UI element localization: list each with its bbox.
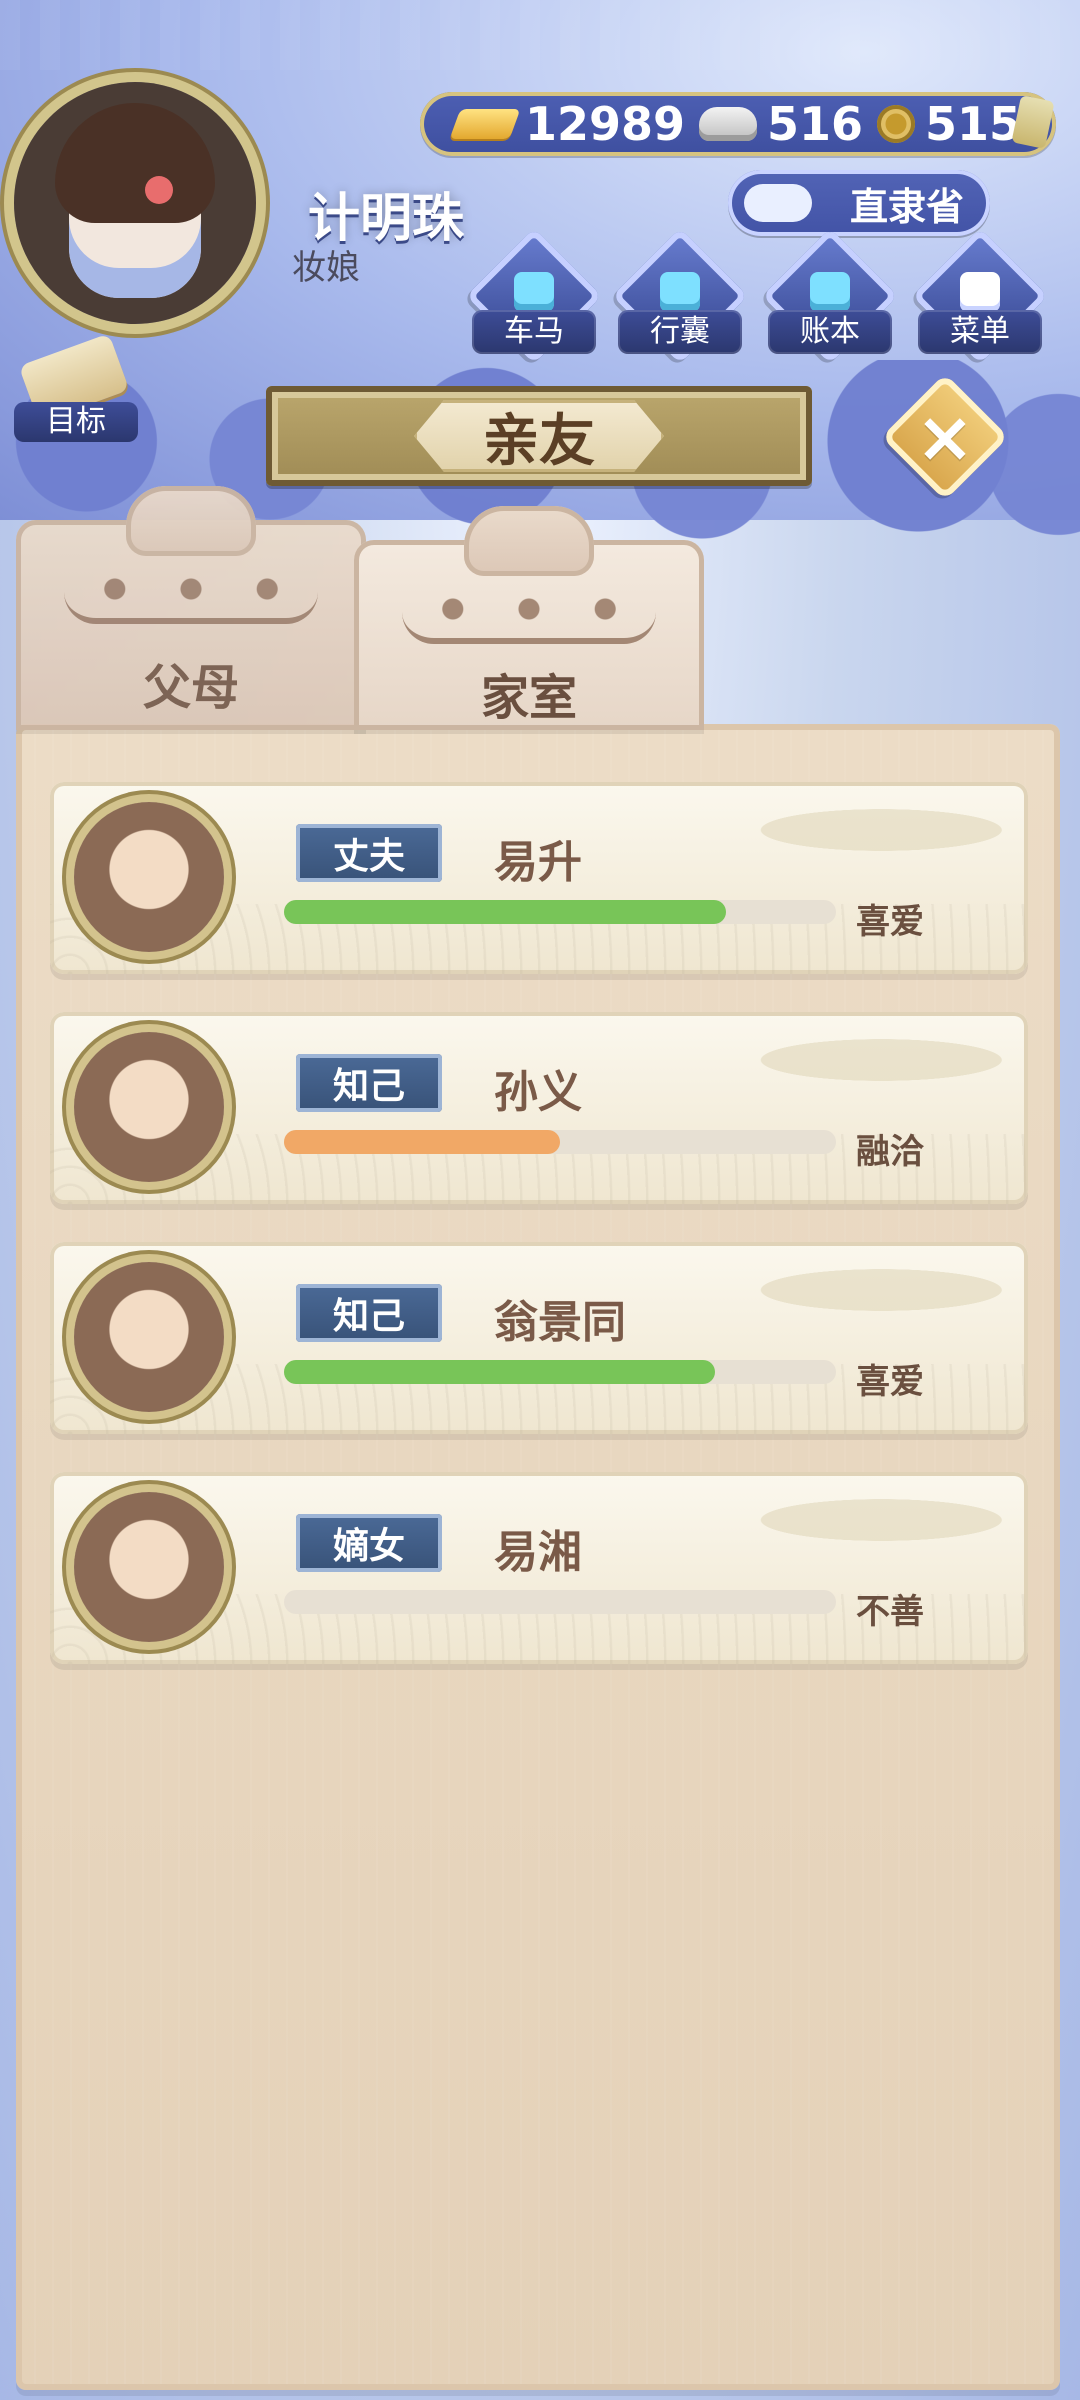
location-icon bbox=[744, 184, 812, 222]
location-button[interactable]: 直隶省 bbox=[728, 170, 990, 236]
top-pattern bbox=[0, 0, 1080, 70]
relation-tag: 知己 bbox=[296, 1054, 442, 1112]
hair-flower-icon bbox=[145, 176, 173, 204]
goal-button[interactable]: 目标 bbox=[14, 333, 138, 450]
relation-status: 不善 bbox=[856, 1592, 924, 1632]
relation-status: 喜爱 bbox=[856, 1362, 924, 1402]
relation-avatar bbox=[74, 802, 224, 952]
close-icon: × bbox=[915, 396, 975, 478]
relation-avatar bbox=[74, 1262, 224, 1412]
affinity-track bbox=[284, 1130, 836, 1154]
gold-resource: 12989 bbox=[449, 97, 685, 151]
relation-card[interactable]: 知己 孙义 融洽 bbox=[50, 1012, 1028, 1204]
relation-card[interactable]: 丈夫 易升 喜爱 bbox=[50, 782, 1028, 974]
resources-bar: 12989 516 515 bbox=[420, 92, 1056, 156]
gold-amount: 12989 bbox=[524, 97, 685, 151]
menu-button-ledger[interactable]: 账本 bbox=[762, 228, 898, 364]
page-title-banner: 亲友 bbox=[266, 386, 812, 486]
menu-button-more[interactable]: 菜单 bbox=[912, 228, 1048, 364]
silver-amount: 516 bbox=[766, 97, 864, 151]
relation-tag: 嫡女 bbox=[296, 1514, 442, 1572]
gold-bar-icon bbox=[449, 109, 521, 139]
close-button[interactable]: × bbox=[881, 373, 1009, 501]
tab-family[interactable]: 家室 bbox=[354, 506, 704, 730]
affinity-track bbox=[284, 1360, 836, 1384]
menu-label: 菜单 bbox=[918, 310, 1042, 354]
bag-icon bbox=[660, 272, 700, 312]
silver-ingot-icon bbox=[698, 107, 757, 141]
player-face bbox=[55, 103, 215, 298]
menu-button-carriage[interactable]: 车马 bbox=[466, 228, 602, 364]
cloud-ornament-icon bbox=[402, 580, 656, 644]
cloud-ornament-icon bbox=[64, 560, 318, 624]
relation-card[interactable]: 知己 翁景同 喜爱 bbox=[50, 1242, 1028, 1434]
location-name: 直隶省 bbox=[849, 184, 964, 229]
relation-status: 融洽 bbox=[856, 1132, 924, 1172]
affinity-fill bbox=[284, 1360, 715, 1384]
relation-name: 翁景同 bbox=[494, 1297, 626, 1348]
ledger-icon bbox=[810, 272, 850, 312]
affinity-track bbox=[284, 1590, 836, 1614]
relation-name: 易湘 bbox=[494, 1527, 582, 1578]
relation-name: 孙义 bbox=[494, 1067, 582, 1118]
copper-coin-icon bbox=[877, 105, 916, 143]
relation-card[interactable]: 嫡女 易湘 不善 bbox=[50, 1472, 1028, 1664]
silver-resource: 516 bbox=[698, 97, 864, 151]
player-avatar[interactable] bbox=[14, 82, 256, 324]
goal-label: 目标 bbox=[14, 402, 138, 442]
relation-name: 易升 bbox=[494, 837, 582, 888]
menu-label: 车马 bbox=[472, 310, 596, 354]
menu-button-bag[interactable]: 行囊 bbox=[612, 228, 748, 364]
more-icon bbox=[960, 272, 1000, 312]
tab-cap bbox=[464, 506, 594, 576]
relation-tag: 丈夫 bbox=[296, 824, 442, 882]
carriage-icon bbox=[514, 272, 554, 312]
menu-label: 账本 bbox=[768, 310, 892, 354]
relation-avatar bbox=[74, 1032, 224, 1182]
relation-avatar bbox=[74, 1492, 224, 1642]
relation-status: 喜爱 bbox=[856, 902, 924, 942]
affinity-fill bbox=[284, 1130, 560, 1154]
player-hair bbox=[55, 103, 215, 223]
menu-label: 行囊 bbox=[618, 310, 742, 354]
coin-resource: 515 bbox=[877, 97, 1021, 151]
tab-label: 家室 bbox=[480, 670, 577, 726]
tab-cap bbox=[126, 486, 256, 556]
affinity-fill bbox=[284, 900, 726, 924]
page-title: 亲友 bbox=[483, 409, 595, 474]
tab-parents[interactable]: 父母 bbox=[16, 486, 366, 730]
relation-tag: 知己 bbox=[296, 1284, 442, 1342]
tab-label: 父母 bbox=[142, 660, 239, 716]
player-title: 妆娘 bbox=[292, 248, 360, 288]
coin-amount: 515 bbox=[925, 97, 1022, 151]
affinity-track bbox=[284, 900, 836, 924]
